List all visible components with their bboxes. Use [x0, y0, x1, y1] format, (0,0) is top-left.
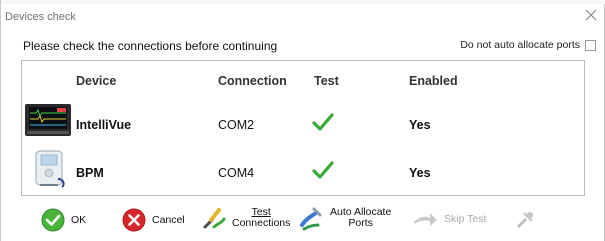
ok-check-circle-icon	[41, 208, 65, 232]
instruction-text: Please check the connections before cont…	[23, 39, 278, 53]
skip-test-button[interactable]: Skip Test	[412, 210, 486, 228]
check-icon	[312, 161, 334, 179]
row1-connection: COM2	[218, 118, 255, 132]
row2-connection: COM4	[218, 166, 255, 180]
row2-enabled: Yes	[409, 166, 431, 180]
auto-label-line2: Ports	[348, 217, 373, 229]
auto-allocate-plugs-icon	[300, 207, 322, 231]
settings-tools-button[interactable]	[513, 208, 537, 232]
header-connection: Connection	[218, 74, 287, 88]
no-auto-allocate-option[interactable]: Do not auto allocate ports	[460, 39, 596, 51]
row1-device: IntelliVue	[76, 118, 132, 132]
cancel-x-circle-icon	[122, 208, 146, 232]
no-auto-allocate-label: Do not auto allocate ports	[460, 39, 580, 51]
devices-table: Device Connection Test Enabled IntelliVu…	[21, 60, 585, 196]
auto-allocate-label: Auto Allocate Ports	[330, 207, 391, 229]
row1-enabled: Yes	[409, 118, 431, 132]
test-label-line2: Connections	[232, 217, 291, 229]
test-connections-button[interactable]: Test Connections	[202, 205, 290, 231]
cancel-label: Cancel	[152, 214, 185, 226]
intellivue-monitor-icon	[25, 104, 71, 136]
devices-check-dialog: Devices check Please check the connectio…	[0, 0, 605, 241]
title-bar: Devices check	[1, 0, 604, 26]
no-auto-allocate-checkbox[interactable]	[585, 39, 596, 51]
header-device: Device	[76, 74, 117, 88]
ok-label: OK	[71, 214, 87, 226]
bpm-device-icon	[35, 150, 65, 188]
header-enabled: Enabled	[409, 74, 458, 88]
test-connections-label: Test Connections	[232, 207, 290, 229]
auto-allocate-ports-button[interactable]: Auto Allocate Ports	[298, 205, 391, 231]
header-test: Test	[314, 74, 339, 88]
cancel-button[interactable]: Cancel	[122, 208, 185, 232]
bottom-toolbar: OK Cancel Test Connections Auto Allocate…	[1, 204, 605, 241]
skip-arrow-icon	[414, 213, 437, 226]
close-icon[interactable]	[584, 8, 598, 22]
check-icon	[312, 113, 334, 131]
test-connections-icon	[203, 208, 226, 229]
skip-test-label: Skip Test	[444, 213, 487, 225]
ok-button[interactable]: OK	[41, 208, 86, 232]
window-title: Devices check	[5, 11, 76, 23]
row2-device: BPM	[76, 166, 104, 180]
tools-icon	[517, 212, 533, 228]
